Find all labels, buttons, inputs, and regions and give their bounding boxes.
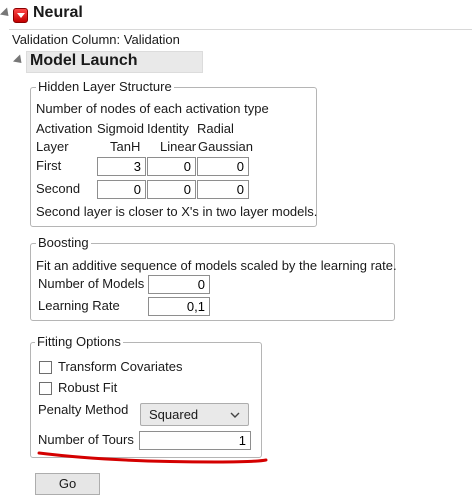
chevron-down-icon [230, 412, 240, 418]
boosting-title: Boosting [36, 235, 91, 250]
column-gaussian-label: Gaussian [198, 139, 253, 154]
column-linear-label: Linear [160, 139, 197, 154]
second-linear-input[interactable] [147, 180, 196, 199]
layer-note: Second layer is closer to X's in two lay… [36, 204, 318, 219]
red-underline-annotation [37, 451, 268, 464]
number-of-tours-label: Number of Tours [38, 432, 134, 447]
number-of-models-input[interactable] [148, 275, 210, 294]
penalty-method-select[interactable]: Squared [140, 403, 249, 426]
validation-column-label: Validation Column: Validation [12, 32, 180, 47]
row-first-label: First [36, 158, 62, 173]
first-linear-input[interactable] [147, 157, 196, 176]
learning-rate-label: Learning Rate [38, 298, 120, 313]
fitting-options-title: Fitting Options [35, 334, 123, 349]
learning-rate-input[interactable] [148, 297, 210, 316]
first-gaussian-input[interactable] [197, 157, 249, 176]
robust-fit-label: Robust Fit [58, 380, 118, 395]
row-second-label: Second [36, 181, 81, 196]
penalty-method-value: Squared [149, 407, 199, 422]
activation-label: Activation [36, 121, 93, 136]
report-title: Neural [33, 4, 83, 21]
hidden-layer-description: Number of nodes of each activation type [36, 101, 269, 116]
hidden-layer-title: Hidden Layer Structure [36, 79, 174, 94]
second-gaussian-input[interactable] [197, 180, 249, 199]
column-tanh-label: TanH [110, 139, 141, 154]
penalty-method-label: Penalty Method [38, 402, 129, 417]
boosting-description: Fit an additive sequence of models scale… [36, 258, 397, 273]
model-launch-title: Model Launch [30, 52, 138, 69]
number-of-models-label: Number of Models [38, 276, 145, 291]
red-triangle-menu-icon[interactable] [13, 8, 28, 23]
robust-fit-checkbox[interactable] [39, 382, 52, 395]
transform-covariates-label: Transform Covariates [58, 359, 183, 374]
go-button-label: Go [58, 476, 77, 491]
column-radial-label: Radial [197, 121, 234, 136]
first-tanh-input[interactable] [97, 157, 146, 176]
column-sigmoid-label: Sigmoid [97, 121, 144, 136]
go-button[interactable]: Go [35, 473, 100, 495]
second-tanh-input[interactable] [97, 180, 146, 199]
model-launch-toggle-icon[interactable] [12, 54, 26, 67]
transform-covariates-checkbox[interactable] [39, 361, 52, 374]
layer-label: Layer [36, 139, 69, 154]
column-identity-label: Identity [147, 121, 189, 136]
